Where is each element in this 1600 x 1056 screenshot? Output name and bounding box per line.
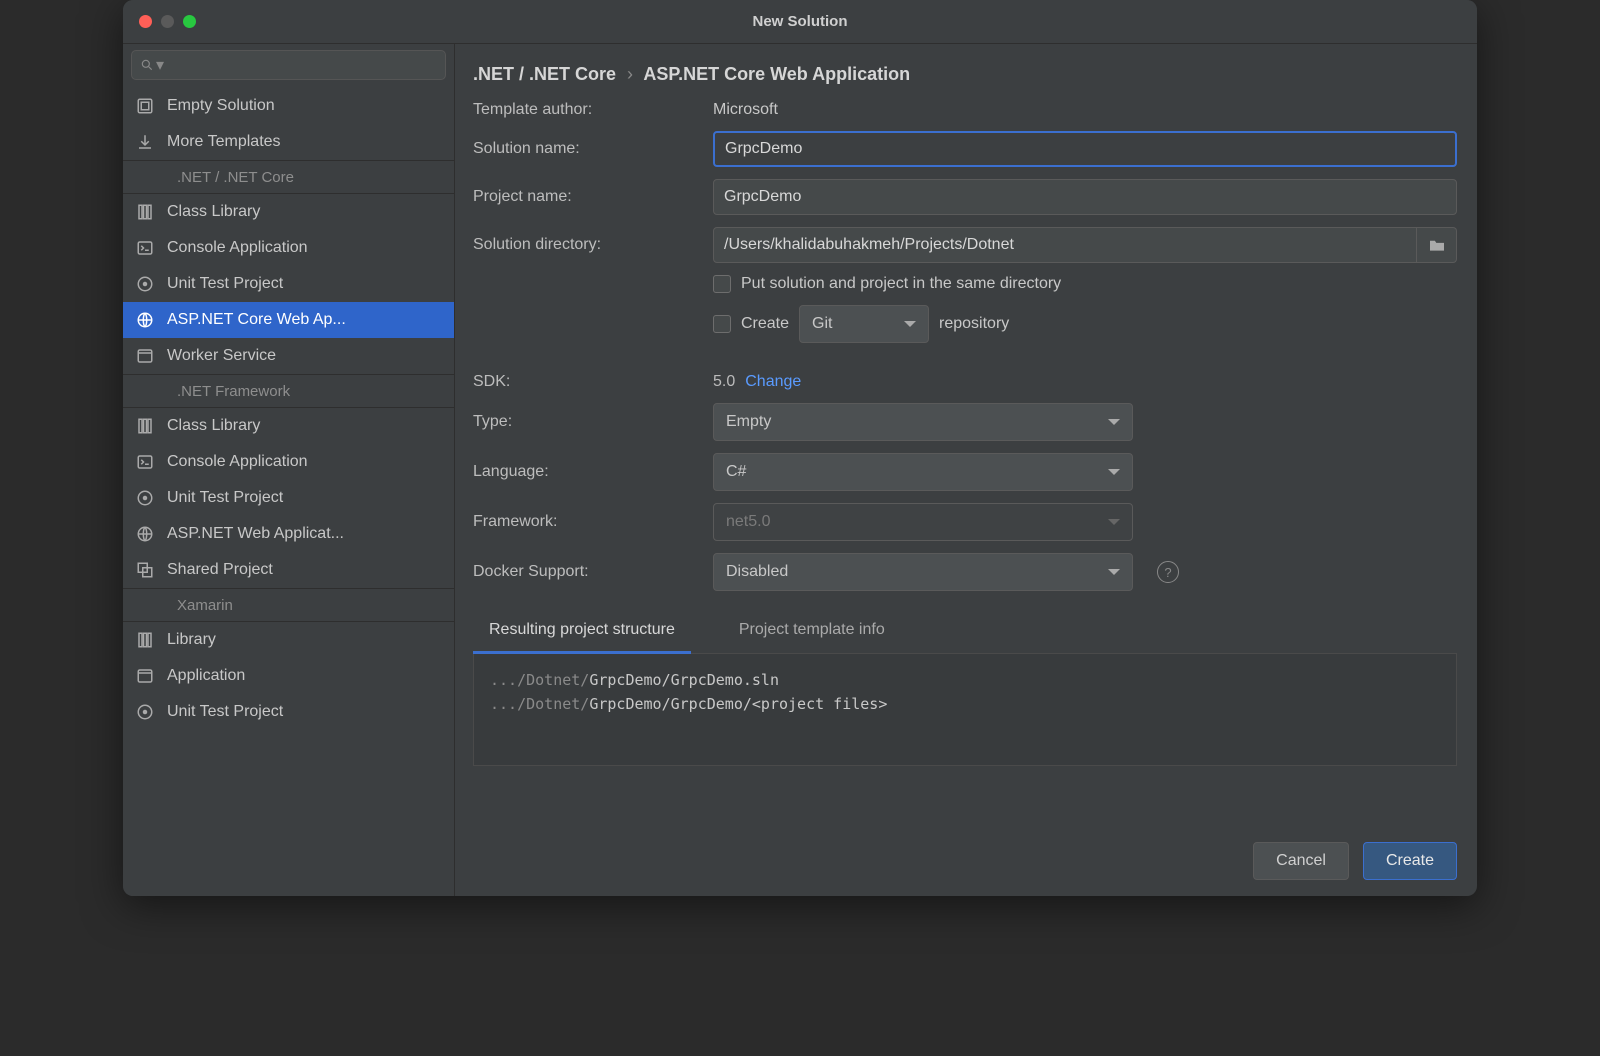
sidebar-item[interactable]: More Templates: [123, 124, 454, 160]
sidebar-item[interactable]: Library: [123, 622, 454, 658]
framework-label: Framework:: [473, 513, 703, 531]
sidebar-item[interactable]: Unit Test Project: [123, 266, 454, 302]
test-icon: [135, 702, 155, 722]
sidebar-item-label: Empty Solution: [167, 97, 275, 115]
sidebar-item[interactable]: Application: [123, 658, 454, 694]
sidebar-item[interactable]: Console Application: [123, 230, 454, 266]
console-icon: [135, 452, 155, 472]
download-icon: [135, 132, 155, 152]
sidebar-item-label: Worker Service: [167, 347, 276, 365]
sidebar-group-header: .NET / .NET Core: [123, 160, 454, 194]
sdk-change-link[interactable]: Change: [745, 373, 801, 391]
test-icon: [135, 274, 155, 294]
template-sidebar: ▾ Empty Solution More Templates .NET / .NE…: [123, 44, 455, 896]
author-value: Microsoft: [713, 101, 1457, 119]
sidebar-item-label: Unit Test Project: [167, 275, 283, 293]
sidebar-item[interactable]: Class Library: [123, 408, 454, 444]
chevron-down-icon: [1108, 569, 1120, 575]
search-input[interactable]: ▾: [131, 50, 446, 80]
minimize-window-icon: [161, 15, 174, 28]
cancel-button[interactable]: Cancel: [1253, 842, 1349, 880]
window-title: New Solution: [753, 13, 848, 30]
globe-icon: [135, 310, 155, 330]
sidebar-item-label: Application: [167, 667, 245, 685]
sidebar-item-label: Shared Project: [167, 561, 273, 579]
sidebar-item[interactable]: ASP.NET Web Applicat...: [123, 516, 454, 552]
close-window-icon[interactable]: [139, 15, 152, 28]
window-controls: [139, 15, 196, 28]
shared-icon: [135, 560, 155, 580]
sidebar-item-label: Console Application: [167, 239, 308, 257]
author-label: Template author:: [473, 101, 703, 119]
chevron-down-icon: [1108, 419, 1120, 425]
maximize-window-icon[interactable]: [183, 15, 196, 28]
project-structure-preview: .../Dotnet/GrpcDemo/GrpcDemo.sln .../Dot…: [473, 654, 1457, 766]
type-label: Type:: [473, 413, 703, 431]
sidebar-item[interactable]: ASP.NET Core Web Ap...: [123, 302, 454, 338]
sidebar-item[interactable]: Worker Service: [123, 338, 454, 374]
directory-input[interactable]: [713, 227, 1417, 263]
main-panel: .NET / .NET Core › ASP.NET Core Web Appl…: [455, 44, 1477, 896]
sidebar-item-label: Class Library: [167, 417, 260, 435]
same-dir-checkbox[interactable]: [713, 275, 731, 293]
create-button[interactable]: Create: [1363, 842, 1457, 880]
type-select[interactable]: Empty: [713, 403, 1133, 441]
test-icon: [135, 488, 155, 508]
sidebar-group-header: .NET Framework: [123, 374, 454, 408]
library-icon: [135, 630, 155, 650]
sidebar-item-label: Library: [167, 631, 216, 649]
directory-label: Solution directory:: [473, 236, 703, 254]
docker-select[interactable]: Disabled: [713, 553, 1133, 591]
globe-icon: [135, 524, 155, 544]
sidebar-group-header: Xamarin: [123, 588, 454, 622]
chevron-down-icon: [1108, 469, 1120, 475]
new-solution-dialog: New Solution ▾ Empty Solution More Templa…: [123, 0, 1477, 896]
sidebar-item-label: ASP.NET Web Applicat...: [167, 525, 344, 543]
sdk-value: 5.0: [713, 373, 735, 391]
library-icon: [135, 202, 155, 222]
tabs: Resulting project structure Project temp…: [473, 613, 1457, 654]
project-name-input[interactable]: [713, 179, 1457, 215]
search-icon: [140, 58, 154, 72]
sidebar-item-label: Unit Test Project: [167, 703, 283, 721]
library-icon: [135, 416, 155, 436]
breadcrumb: .NET / .NET Core › ASP.NET Core Web Appl…: [473, 64, 1457, 85]
sdk-label: SDK:: [473, 373, 703, 391]
help-icon[interactable]: ?: [1157, 561, 1179, 583]
dialog-footer: Cancel Create: [473, 824, 1457, 880]
create-repo-checkbox[interactable]: [713, 315, 731, 333]
folder-icon: [1428, 238, 1446, 252]
sidebar-item-label: Class Library: [167, 203, 260, 221]
project-name-label: Project name:: [473, 188, 703, 206]
sidebar-item[interactable]: Unit Test Project: [123, 694, 454, 730]
framework-select: net5.0: [713, 503, 1133, 541]
sidebar-item-label: ASP.NET Core Web Ap...: [167, 311, 346, 329]
language-label: Language:: [473, 463, 703, 481]
sidebar-item[interactable]: Shared Project: [123, 552, 454, 588]
sidebar-item[interactable]: Empty Solution: [123, 88, 454, 124]
sidebar-item[interactable]: Console Application: [123, 444, 454, 480]
browse-button[interactable]: [1417, 227, 1457, 263]
titlebar: New Solution: [123, 0, 1477, 44]
same-dir-label: Put solution and project in the same dir…: [741, 275, 1061, 293]
window-icon: [135, 346, 155, 366]
sidebar-item-label: More Templates: [167, 133, 281, 151]
chevron-down-icon: [1108, 519, 1120, 525]
chevron-down-icon: [904, 321, 916, 327]
solution-name-input[interactable]: [713, 131, 1457, 167]
sidebar-item[interactable]: Class Library: [123, 194, 454, 230]
solution-name-label: Solution name:: [473, 140, 703, 158]
tab-template-info[interactable]: Project template info: [723, 613, 901, 653]
console-icon: [135, 238, 155, 258]
docker-label: Docker Support:: [473, 563, 703, 581]
sidebar-item[interactable]: Unit Test Project: [123, 480, 454, 516]
language-select[interactable]: C#: [713, 453, 1133, 491]
window-icon: [135, 666, 155, 686]
empty-solution-icon: [135, 96, 155, 116]
tab-structure[interactable]: Resulting project structure: [473, 613, 691, 654]
sidebar-item-label: Unit Test Project: [167, 489, 283, 507]
sidebar-item-label: Console Application: [167, 453, 308, 471]
vcs-select[interactable]: Git: [799, 305, 929, 343]
